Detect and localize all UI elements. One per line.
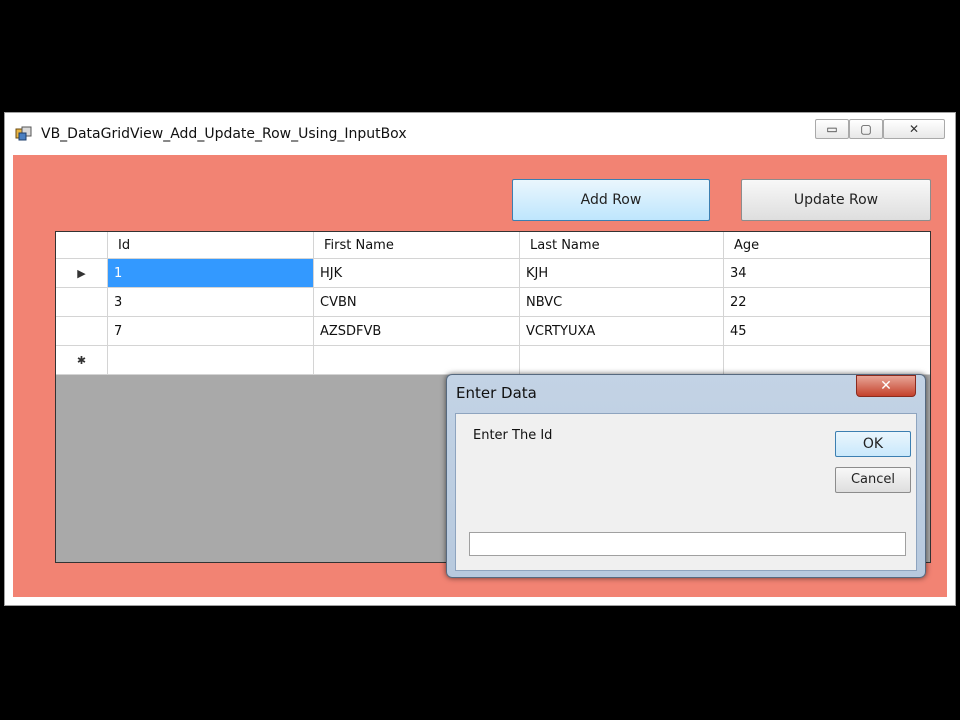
cell-last-name[interactable]: VCRTYUXA — [520, 317, 724, 346]
window-title: VB_DataGridView_Add_Update_Row_Using_Inp… — [41, 126, 407, 142]
input-dialog: Enter Data ✕ Enter The Id OK Cancel — [446, 374, 926, 578]
column-header-id[interactable]: Id — [108, 232, 314, 259]
cell-id[interactable]: 3 — [108, 288, 314, 317]
cell-age[interactable]: 45 — [724, 317, 930, 346]
row-header-corner[interactable] — [56, 232, 108, 259]
column-header-age[interactable]: Age — [724, 232, 930, 259]
dialog-title: Enter Data — [456, 384, 537, 402]
cell-id[interactable]: 7 — [108, 317, 314, 346]
title-bar: VB_DataGridView_Add_Update_Row_Using_Inp… — [5, 113, 955, 155]
dialog-close-button[interactable]: ✕ — [856, 375, 916, 397]
minimize-icon: ▭ — [826, 122, 838, 136]
dialog-body: Enter The Id OK Cancel — [455, 413, 917, 571]
app-icon — [15, 126, 33, 142]
table-row[interactable]: 3 CVBN NBVC 22 — [56, 288, 930, 317]
cell-last-name[interactable]: NBVC — [520, 288, 724, 317]
close-icon: ✕ — [908, 122, 920, 136]
close-icon: ✕ — [880, 378, 892, 394]
row-header[interactable] — [56, 317, 108, 346]
cell-first-name[interactable]: AZSDFVB — [314, 317, 520, 346]
cell-age[interactable]: 34 — [724, 259, 930, 288]
maximize-button[interactable]: ▢ — [849, 119, 883, 139]
table-row[interactable]: 7 AZSDFVB VCRTYUXA 45 — [56, 317, 930, 346]
new-row-asterisk-icon[interactable]: ✱ — [56, 346, 108, 375]
id-input[interactable] — [469, 532, 906, 556]
cell-age[interactable]: 22 — [724, 288, 930, 317]
ok-button[interactable]: OK — [835, 431, 911, 457]
cell-first-name[interactable]: CVBN — [314, 288, 520, 317]
column-header-first-name[interactable]: First Name — [314, 232, 520, 259]
current-row-arrow-icon[interactable]: ▶ — [56, 259, 108, 288]
cancel-button[interactable]: Cancel — [835, 467, 911, 493]
table-row[interactable]: ▶ 1 HJK KJH 34 — [56, 259, 930, 288]
new-row[interactable]: ✱ — [56, 346, 930, 375]
new-cell-last-name[interactable] — [520, 346, 724, 375]
grid-header-row: Id First Name Last Name Age — [56, 232, 930, 259]
new-cell-age[interactable] — [724, 346, 930, 375]
row-header[interactable] — [56, 288, 108, 317]
minimize-button[interactable]: ▭ — [815, 119, 849, 139]
new-cell-first-name[interactable] — [314, 346, 520, 375]
new-cell-id[interactable] — [108, 346, 314, 375]
maximize-icon: ▢ — [860, 122, 872, 136]
cell-id[interactable]: 1 — [108, 259, 314, 288]
close-button[interactable]: ✕ — [883, 119, 945, 139]
cell-first-name[interactable]: HJK — [314, 259, 520, 288]
cell-last-name[interactable]: KJH — [520, 259, 724, 288]
column-header-last-name[interactable]: Last Name — [520, 232, 724, 259]
add-row-button[interactable]: Add Row — [512, 179, 710, 221]
dialog-prompt: Enter The Id — [473, 428, 553, 443]
update-row-button[interactable]: Update Row — [741, 179, 931, 221]
